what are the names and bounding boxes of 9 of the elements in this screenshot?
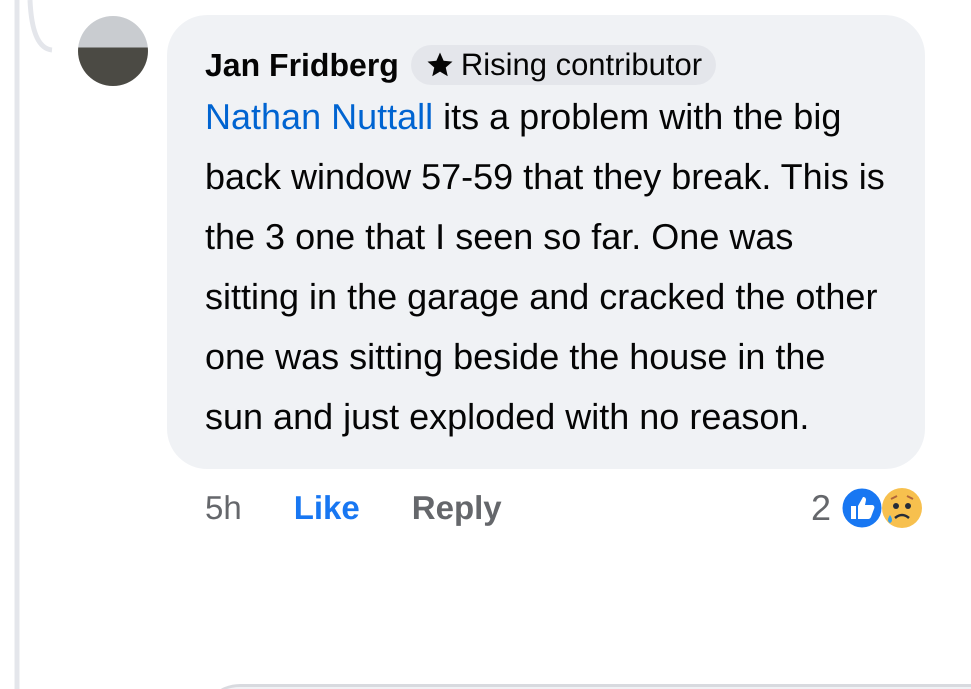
comment-text: Nathan Nuttall its a problem with the big back window 57-59 that they break. This is the 3 one that I seen so far. One was sitting in the garage and cracked the other one was sitting beside the house in the sun and just exploded with no reason.: [205, 95, 885, 439]
author-name[interactable]: Jan Fridberg: [205, 46, 399, 84]
timestamp[interactable]: 5h: [205, 489, 242, 527]
reaction-count[interactable]: 2: [810, 487, 831, 529]
like-button[interactable]: Like: [294, 489, 360, 527]
sad-face-icon[interactable]: [879, 485, 925, 531]
reply-button[interactable]: Reply: [412, 489, 502, 527]
mention-link[interactable]: Nathan Nuttall: [205, 96, 434, 137]
badge-label: Rising contributor: [460, 47, 702, 83]
